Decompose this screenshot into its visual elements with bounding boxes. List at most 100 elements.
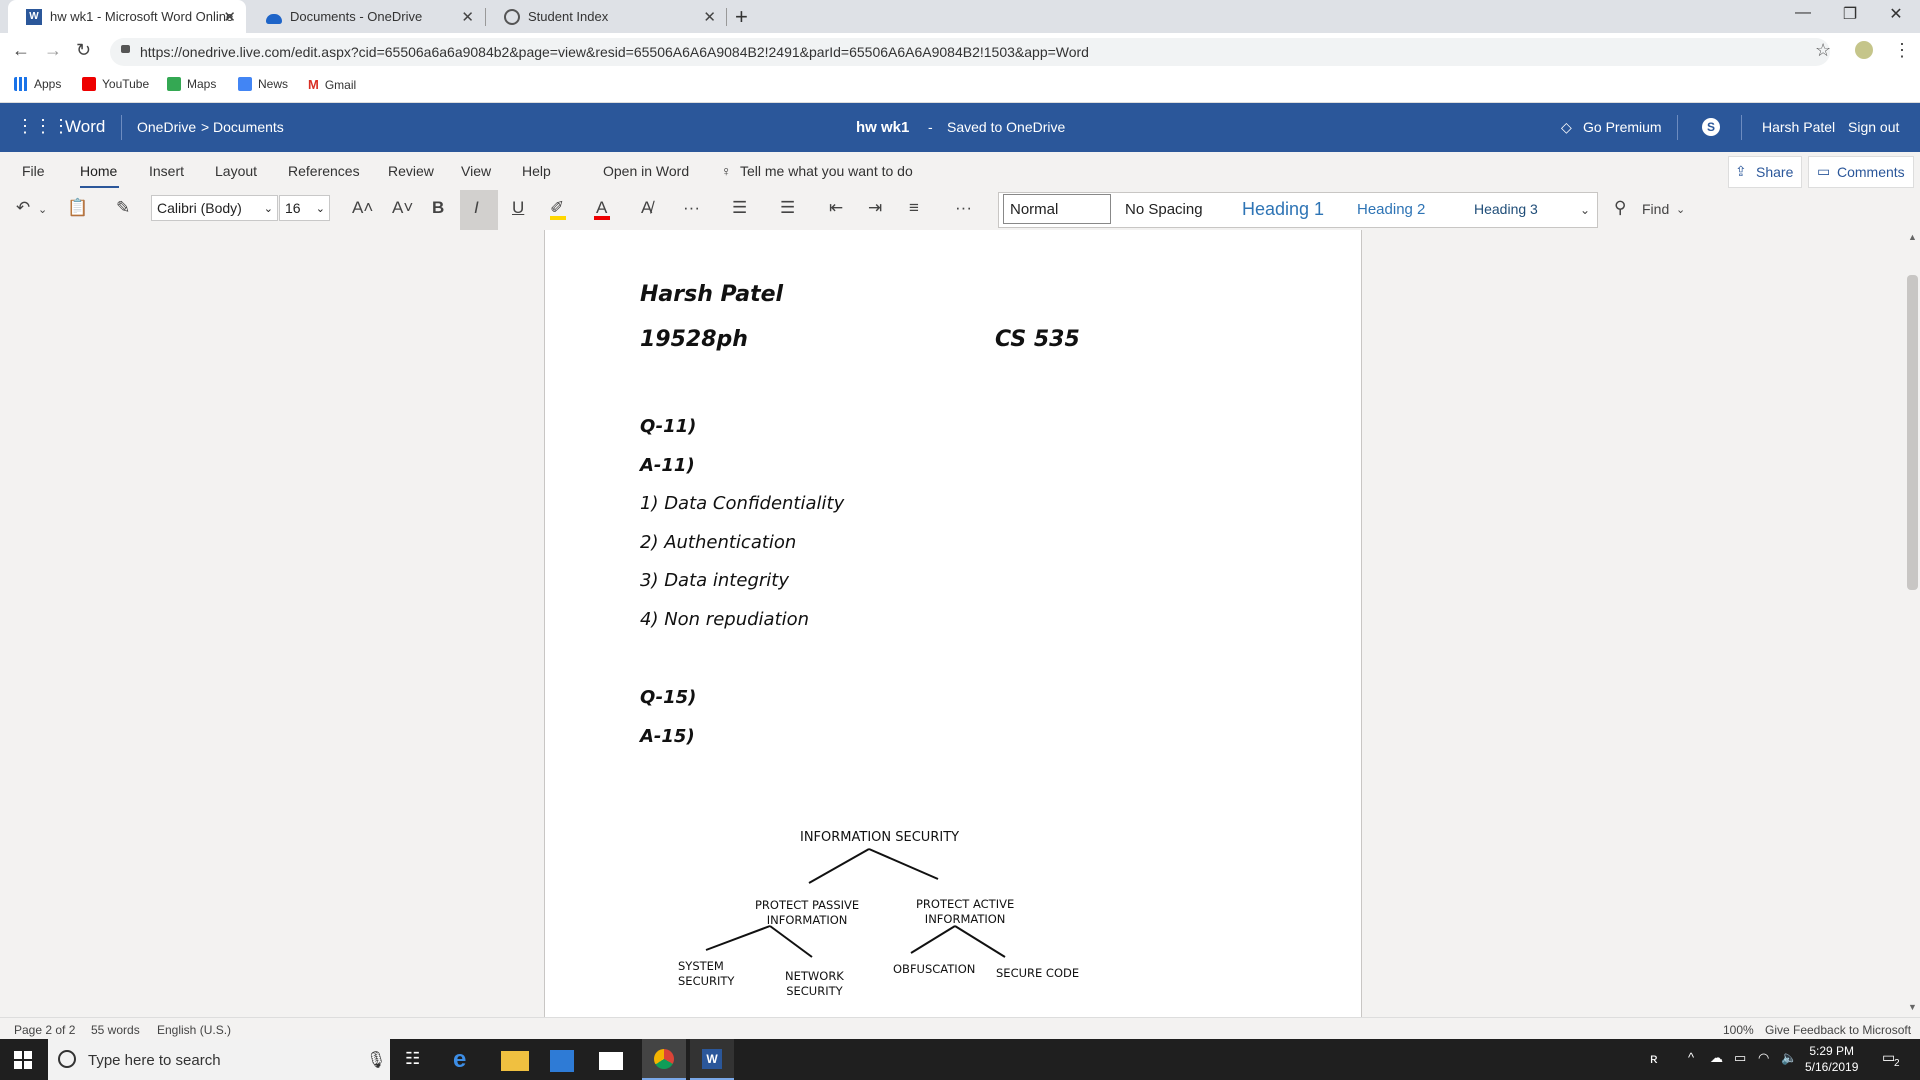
windows-start-icon[interactable] xyxy=(14,1051,32,1069)
page-count[interactable]: Page 2 of 2 xyxy=(14,1023,75,1037)
share-button[interactable]: ⇪ Share xyxy=(1728,156,1802,188)
close-tab-icon[interactable]: ✕ xyxy=(461,8,474,26)
go-premium-link[interactable]: Go Premium xyxy=(1583,119,1662,135)
app-launcher-icon[interactable]: ⋮⋮⋮ xyxy=(16,116,70,137)
more-options-icon[interactable]: ··· xyxy=(955,198,972,218)
menu-icon[interactable]: ⋮ xyxy=(1893,40,1911,61)
chevron-up-icon[interactable]: ^ xyxy=(1688,1050,1694,1065)
underline-icon[interactable]: U xyxy=(512,198,524,218)
font-name-dropdown[interactable]: Calibri (Body) ⌄ xyxy=(151,195,278,221)
word-taskbar-button[interactable]: W xyxy=(690,1039,734,1080)
decrease-indent-icon[interactable]: ⇤ xyxy=(829,198,843,218)
bookmark-maps[interactable]: Maps xyxy=(167,77,216,91)
tab-file[interactable]: File xyxy=(22,163,45,179)
font-size-dropdown[interactable]: 16 ⌄ xyxy=(279,195,330,221)
tab-review[interactable]: Review xyxy=(388,163,434,179)
breadcrumb-documents[interactable]: Documents xyxy=(213,119,284,135)
italic-icon[interactable]: I xyxy=(474,198,479,218)
highlight-icon[interactable]: ✐ xyxy=(550,198,564,218)
system-clock[interactable]: 5:29 PM 5/16/2019 xyxy=(1805,1043,1858,1075)
course-code[interactable]: CS 535 xyxy=(995,327,1080,352)
clipboard-icon[interactable]: 📋 xyxy=(67,198,88,218)
numbering-icon[interactable]: ☰ xyxy=(780,198,795,218)
style-heading-1[interactable]: Heading 1 xyxy=(1242,194,1324,224)
answer-item[interactable]: 4) Non repudiation xyxy=(640,609,809,630)
word-count[interactable]: 55 words xyxy=(91,1023,140,1037)
style-normal[interactable]: Normal xyxy=(1003,194,1111,224)
file-explorer-icon[interactable] xyxy=(501,1051,529,1071)
increase-indent-icon[interactable]: ⇥ xyxy=(868,198,882,218)
question-11[interactable]: Q-11) xyxy=(640,416,696,437)
back-icon[interactable]: ← xyxy=(12,40,30,61)
taskbar-search-placeholder[interactable]: Type here to search xyxy=(88,1052,221,1069)
style-no-spacing[interactable]: No Spacing xyxy=(1125,194,1203,224)
tab-help[interactable]: Help xyxy=(522,163,551,179)
browser-tab-onedrive[interactable]: Documents - OneDrive ✕ xyxy=(248,0,484,33)
close-window-icon[interactable]: ✕ xyxy=(1878,4,1914,24)
close-tab-icon[interactable]: ✕ xyxy=(703,8,716,26)
grow-font-icon[interactable]: A˄ xyxy=(352,198,373,218)
chevron-down-icon[interactable]: ⌄ xyxy=(1676,203,1685,216)
url-text[interactable]: https://onedrive.live.com/edit.aspx?cid=… xyxy=(140,44,1089,60)
author-name[interactable]: Harsh Patel xyxy=(640,282,783,307)
browser-tab-word[interactable]: W hw wk1 - Microsoft Word Online ✕ xyxy=(8,0,246,33)
tab-layout[interactable]: Layout xyxy=(215,163,257,179)
volume-icon[interactable]: 🔈 xyxy=(1781,1050,1797,1066)
search-icon[interactable]: ⚲ xyxy=(1614,198,1626,218)
font-color-icon[interactable]: A xyxy=(596,198,607,218)
bookmark-apps[interactable]: Apps xyxy=(14,77,61,91)
answer-item[interactable]: 3) Data integrity xyxy=(640,570,789,591)
more-options-icon[interactable]: ··· xyxy=(683,198,700,218)
mail-icon[interactable] xyxy=(599,1052,623,1070)
scroll-down-icon[interactable]: ▼ xyxy=(1908,1002,1917,1012)
answer-item[interactable]: 1) Data Confidentiality xyxy=(640,493,844,514)
italic-button[interactable] xyxy=(460,190,498,230)
wifi-icon[interactable]: ◠ xyxy=(1758,1050,1769,1066)
tab-references[interactable]: References xyxy=(288,163,360,179)
sign-out-link[interactable]: Sign out xyxy=(1848,119,1899,135)
language[interactable]: English (U.S.) xyxy=(157,1023,231,1037)
answer-15[interactable]: A-15) xyxy=(640,726,695,747)
people-icon[interactable]: ʀ xyxy=(1650,1050,1658,1066)
bookmark-star-icon[interactable]: ☆ xyxy=(1815,40,1831,61)
breadcrumb-onedrive[interactable]: OneDrive xyxy=(137,119,196,135)
tab-home[interactable]: Home xyxy=(80,163,117,179)
zoom-level[interactable]: 100% xyxy=(1723,1023,1754,1037)
edge-icon[interactable]: e xyxy=(453,1046,481,1074)
profile-avatar[interactable] xyxy=(1855,41,1873,59)
browser-tab-student-index[interactable]: Student Index ✕ xyxy=(486,0,726,33)
shrink-font-icon[interactable]: A˅ xyxy=(392,198,413,218)
skype-icon[interactable]: S xyxy=(1702,118,1720,136)
style-heading-3[interactable]: Heading 3 xyxy=(1474,194,1538,224)
feedback-link[interactable]: Give Feedback to Microsoft xyxy=(1765,1023,1911,1037)
app-name[interactable]: Word xyxy=(65,117,105,137)
bookmark-gmail[interactable]: M Gmail xyxy=(308,77,356,92)
microphone-icon[interactable]: 🎙 xyxy=(366,1050,386,1070)
open-in-word-button[interactable]: Open in Word xyxy=(603,163,689,179)
tab-insert[interactable]: Insert xyxy=(149,163,184,179)
tell-me-search[interactable]: Tell me what you want to do xyxy=(740,163,913,179)
document-title[interactable]: hw wk1 xyxy=(856,119,909,136)
reload-icon[interactable]: ↻ xyxy=(76,40,91,61)
bookmark-news[interactable]: News xyxy=(238,77,288,91)
chevron-down-icon[interactable]: ⌄ xyxy=(1580,203,1590,217)
answer-11[interactable]: A-11) xyxy=(640,455,695,476)
style-heading-2[interactable]: Heading 2 xyxy=(1357,194,1425,224)
bold-icon[interactable]: B xyxy=(432,198,444,218)
align-icon[interactable]: ≡ xyxy=(909,198,919,218)
chevron-down-icon[interactable]: ⌄ xyxy=(38,203,47,216)
comments-button[interactable]: ▭ Comments xyxy=(1808,156,1914,188)
clear-formatting-icon[interactable]: A̸ xyxy=(641,198,652,218)
question-15[interactable]: Q-15) xyxy=(640,687,696,708)
undo-icon[interactable]: ↶ xyxy=(16,198,30,218)
user-name[interactable]: Harsh Patel xyxy=(1762,119,1835,135)
bookmark-youtube[interactable]: YouTube xyxy=(82,77,149,91)
close-tab-icon[interactable]: ✕ xyxy=(223,8,236,26)
chrome-taskbar-button[interactable] xyxy=(642,1039,686,1080)
battery-icon[interactable]: ▭ xyxy=(1734,1050,1746,1066)
cloud-icon[interactable]: ☁ xyxy=(1710,1050,1723,1066)
new-tab-icon[interactable]: + xyxy=(735,4,748,30)
forward-icon[interactable]: → xyxy=(44,40,62,61)
bullets-icon[interactable]: ☰ xyxy=(732,198,747,218)
student-id[interactable]: 19528ph xyxy=(640,327,748,352)
